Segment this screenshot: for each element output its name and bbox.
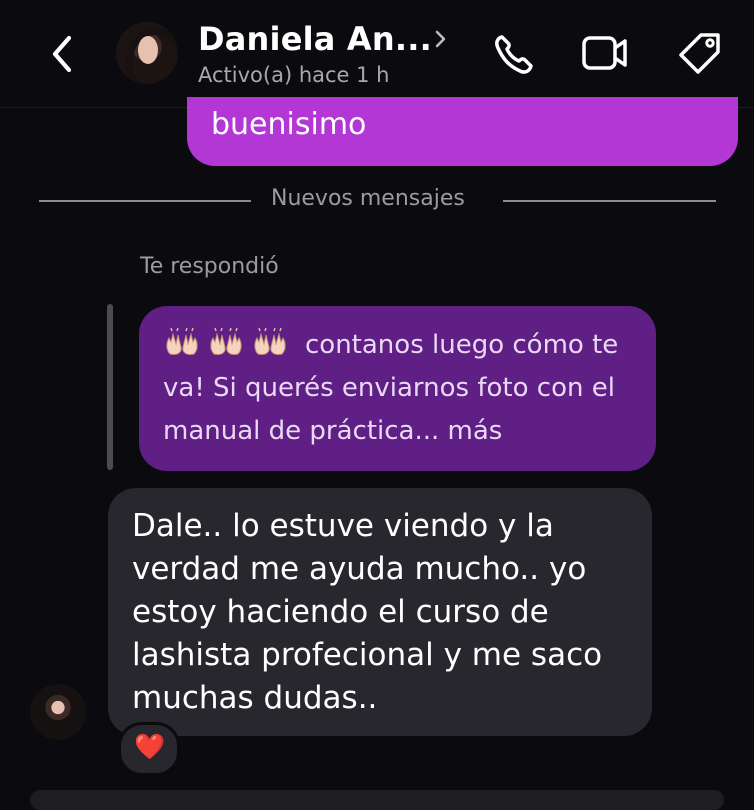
- heart-reaction-badge[interactable]: ❤️: [118, 722, 180, 776]
- phone-icon[interactable]: [490, 30, 538, 78]
- chevron-left-icon[interactable]: [44, 30, 80, 78]
- quote-indicator-bar: [107, 304, 113, 470]
- sender-avatar[interactable]: [30, 684, 86, 740]
- new-messages-divider-label: Nuevos mensajes: [271, 186, 465, 211]
- raised-hands-icon: [254, 327, 286, 355]
- quoted-message-content: contanos luego cómo te va! Si querés env…: [163, 324, 643, 453]
- reply-label: Te respondió: [140, 254, 279, 279]
- chat-header: Daniela An... Activo(a) hace 1 h: [0, 0, 754, 108]
- quoted-message-bubble[interactable]: contanos luego cómo te va! Si querés env…: [139, 306, 656, 471]
- tag-icon[interactable]: [676, 30, 724, 78]
- sent-message-text: buenisimo: [211, 107, 367, 142]
- avatar-face: [138, 36, 158, 64]
- raised-hands-emoji-row: [163, 327, 295, 357]
- new-messages-divider-right: [503, 200, 716, 202]
- activity-status: Activo(a) hace 1 h: [198, 63, 390, 87]
- heart-reaction-icon: ❤️: [134, 733, 166, 761]
- avatar[interactable]: [116, 22, 178, 84]
- chevron-right-icon[interactable]: [434, 28, 448, 50]
- sent-message-bubble[interactable]: buenisimo: [187, 97, 738, 166]
- incoming-message-bubble[interactable]: Dale.. lo estuve viendo y la verdad me a…: [108, 488, 652, 736]
- video-camera-icon[interactable]: [580, 30, 628, 78]
- contact-name[interactable]: Daniela An...: [198, 20, 432, 58]
- raised-hands-icon: [210, 327, 242, 355]
- message-composer-bar[interactable]: [30, 790, 724, 810]
- raised-hands-icon: [166, 327, 198, 355]
- new-messages-divider-left: [39, 200, 251, 202]
- incoming-message-text: Dale.. lo estuve viendo y la verdad me a…: [132, 508, 603, 716]
